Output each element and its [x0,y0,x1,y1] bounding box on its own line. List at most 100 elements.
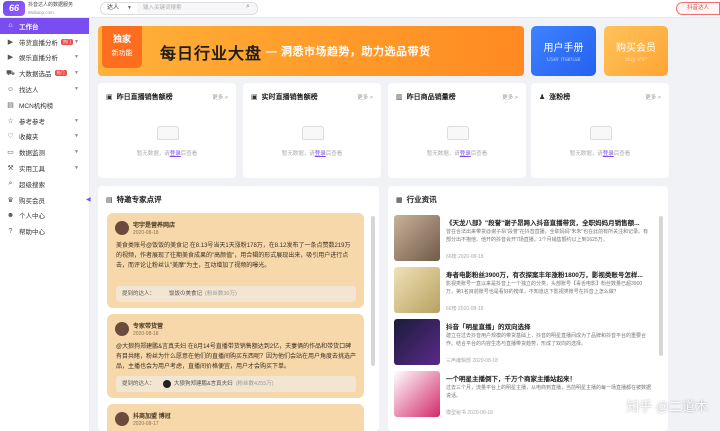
sidebar-item[interactable]: ⌂ 工作台 [0,18,89,34]
chat-icon: ▤ [106,196,113,204]
daily-industry-banner[interactable]: 独家 新功能 每日行业大盘 — 洞悉市场趋势，助力选品带货 [98,26,524,76]
news-thumbnail [394,267,440,313]
search-type-select[interactable]: 达人 ▼ [100,2,138,15]
news-item[interactable]: 抖音「明星直播」的双向选择 建立在过去抖音用户规模的带货基础上，抖音的明星直播间… [394,319,656,367]
logo[interactable]: 66 抖音达人的数据服务 66dianp.com [3,1,73,16]
sidebar-item-label: 收藏夹 [19,134,39,142]
chevron-down-icon: ▼ [74,38,79,45]
sidebar-item[interactable]: ♡ 收藏夹 ▼ [0,129,89,145]
live-icon: ▶ [7,54,14,62]
login-link[interactable]: 登录 [460,151,471,157]
sidebar-item[interactable]: ☻ 个人中心 [0,208,89,224]
sidebar-item[interactable]: ? 帮助中心 [0,223,89,239]
empty-box-icon [590,126,612,140]
sidebar-item[interactable]: ▤ MCN机构榜 [0,97,89,113]
sidebar-item[interactable]: ▶ 娱乐直播分析 ▼ [0,50,89,66]
logo-subtitle: 66dianp.com [28,9,54,15]
sidebar-item-label: 购买会员 [19,197,45,205]
sidebar-item-label: 娱乐直播分析 [19,55,58,63]
sidebar-item[interactable]: ⌕ 超级搜索 [0,176,89,192]
star-icon: ☆ [7,117,14,125]
empty-state-text: 暂无数据，请登录后查看 [281,151,343,157]
avatar [115,221,129,235]
empty-state-text: 暂无数据，请登录后查看 [569,151,631,157]
tv-icon: ▣ [251,94,258,101]
login-link[interactable]: 登录 [315,151,326,157]
sidebar-item[interactable]: ☆ 参考参考 ▼ [0,113,89,129]
more-link[interactable]: 更多 > [212,93,228,101]
mentioned-creator[interactable]: 提到的达人： 大狼狗郑建鹏&言真夫妇 (粉丝数4255万) [116,376,356,392]
watermark: 知乎 @二道木 [626,399,708,414]
chevron-down-icon: ▼ [74,165,79,172]
top-bar: 66 抖音达人的数据服务 66dianp.com 达人 ▼ 输入关键词搜索 ⌕ … [0,0,720,18]
monitor-icon: ▭ [7,149,14,157]
vip-icon: ♛ [7,196,14,204]
tool-icon: ⚒ [7,165,14,173]
expert-card[interactable]: 专家带货营 2020-08-18 @大狼狗郑建鹏&言真夫妇 在8月14号直播带货… [107,314,364,398]
news-thumbnail [394,215,440,261]
search-icon: ⌕ [8,179,13,187]
rank-card-realtime-live-sales: ▣ 实时直播销售额榜 更多 > 暂无数据，请登录后查看 [243,83,381,178]
news-item[interactable]: 一个明星主播倒下，千万个商家主播站起来！ 过去三个月，流量平台上的明星主播，从电… [394,371,656,419]
sidebar-item[interactable]: ▶ 带货直播分析 热门 ▼ [0,34,89,50]
sidebar-item[interactable]: ⛟ 大数据选品 热门 ▼ [0,65,89,81]
news-item[interactable]: 《天龙八部》"段誉"谢子昂跨入抖音直播带货，全职妈妈月销售额... 曾在合法出来… [394,215,656,263]
sidebar-item[interactable]: ♛ 购买会员 [0,192,89,208]
sidebar-item[interactable]: ☺ 找达人 ▼ [0,81,89,97]
news-thumbnail [394,319,440,365]
collapse-sidebar-icon[interactable]: ◀ [86,196,91,203]
expert-card[interactable]: 宅宇是营养网店 2020-08-18 美食类账号@饭饭的美食记 在8.13号当天… [107,213,364,308]
empty-state-text: 暂无数据，请登录后查看 [426,151,488,157]
avatar [115,412,129,426]
people-icon: ♟ [539,94,546,101]
user-icon: ☺ [6,85,15,93]
top-right-pill-button[interactable]: 抖音达人 [676,2,720,15]
avatar [163,379,172,388]
empty-box-icon [302,126,324,140]
sidebar-item-label: MCN机构榜 [19,102,54,110]
document-icon: ▦ [396,196,403,204]
chevron-down-icon: ▼ [74,149,79,156]
sidebar-item[interactable]: ▭ 数据监测 ▼ [0,144,89,160]
logo-mark: 66 [3,1,25,16]
cart-icon: ⛟ [6,69,15,77]
banner-title: 每日行业大盘 [160,46,263,63]
mentioned-creator[interactable]: 提到的达人： 饭饭の美食记 (粉丝数30万) [116,286,356,302]
user-manual-button[interactable]: 用户手册 User manual [531,26,596,76]
login-link[interactable]: 登录 [603,151,614,157]
buy-vip-button[interactable]: 购买会员 Buy VIP [604,26,668,76]
scrollbar[interactable] [659,216,663,356]
chevron-down-icon: ▼ [74,54,79,61]
sidebar-item-label: 参考参考 [19,118,45,126]
sidebar-item-label: 超级搜索 [19,181,45,189]
sidebar: ⌂ 工作台 ▶ 带货直播分析 热门 ▼ ▶ 娱乐直播分析 ▼ ⛟ 大数据选品 热门 ▼ ☺ 找达人 ▼ ▤ MCN… [0,18,90,431]
scrollbar[interactable] [371,216,375,366]
person-icon: ☻ [6,211,15,219]
search-icon[interactable]: ⌕ [246,3,250,11]
news-item[interactable]: 寿者电影粉丝3900万，有衣探案丰年涨粉1800万，影视类账号怎样... 影视类… [394,267,656,315]
chevron-down-icon: ▼ [74,86,79,93]
rank-card-yesterday-live-sales: ▣ 昨日直播销售额榜 更多 > 暂无数据，请登录后查看 [98,83,236,178]
avatar [115,322,129,336]
search-type-label: 达人 [107,5,120,11]
more-link[interactable]: 更多 > [502,93,518,101]
sidebar-item-label: 大数据选品 [19,71,52,79]
empty-state-text: 暂无数据，请登录后查看 [136,151,198,157]
live-icon: ▶ [7,38,14,46]
login-link[interactable]: 登录 [170,151,181,157]
expert-card[interactable]: 抖商加盟 博冠 2020-08-17 [107,404,364,431]
chevron-down-icon: ▼ [74,117,79,124]
more-link[interactable]: 更多 > [357,93,373,101]
search-input[interactable]: 输入关键词搜索 [137,2,258,15]
sidebar-item[interactable]: ⚒ 实用工具 ▼ [0,160,89,176]
expert-review-panel: ▤ 特邀专家点评 宅宇是营养网店 2020-08-18 美食类账号@饭饭的美食记 … [98,186,379,431]
hot-badge: 热门 [61,38,73,45]
sidebar-item-label: 个人中心 [19,213,45,221]
sidebar-item-label: 找达人 [19,87,39,95]
logo-title: 抖音达人的数据服务 [28,1,74,8]
empty-box-icon [157,126,179,140]
expert-comment-text: 美食类账号@饭饭的美食记 在8.13号当天1天涨粉178万，在8.12发布了一条… [116,243,351,269]
rank-card-fans-growth: ♟ 涨粉榜 更多 > 暂无数据，请登录后查看 [531,83,669,178]
rank-card-yesterday-product-sales: ▥ 昨日商品销量榜 更多 > 暂无数据，请登录后查看 [388,83,526,178]
more-link[interactable]: 更多 > [645,93,661,101]
